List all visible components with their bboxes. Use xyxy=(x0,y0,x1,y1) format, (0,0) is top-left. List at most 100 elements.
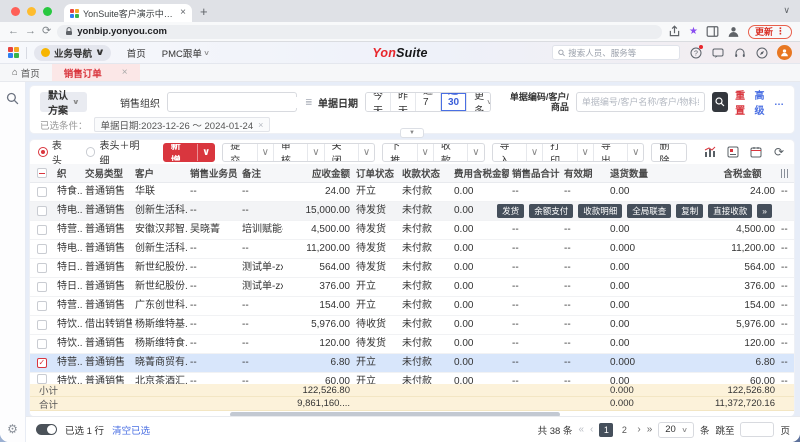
message-icon[interactable] xyxy=(711,46,724,59)
rail-search-icon[interactable] xyxy=(6,92,19,105)
date-option-1[interactable]: 今天 xyxy=(366,93,390,111)
date-option-2[interactable]: 昨天 xyxy=(390,93,415,111)
关闭-dropdown-icon[interactable]: ∨ xyxy=(358,144,374,161)
column-header-12[interactable]: 含税金额 xyxy=(657,166,765,180)
column-header-11[interactable]: 退货数量 xyxy=(607,166,657,180)
view-mode-header-detail[interactable]: 表头＋明细 xyxy=(86,140,149,167)
next-page-icon[interactable]: › xyxy=(637,424,640,435)
reset-button[interactable]: 重置 xyxy=(735,87,747,117)
column-header-5[interactable]: 应收金额 xyxy=(283,166,353,180)
filter-more-button[interactable]: … xyxy=(774,97,784,108)
收款-button[interactable]: 收款 xyxy=(433,144,467,161)
close-icon[interactable]: × xyxy=(122,67,128,78)
filter-scheme-select[interactable]: 默认方案∨ xyxy=(40,92,87,112)
tab-search-chevron-icon[interactable]: ∨ xyxy=(783,5,790,16)
row-checkbox[interactable] xyxy=(37,187,47,197)
table-row[interactable]: 特电...普通销售（...创新生活科...----11,200.00待发货未付款… xyxy=(30,240,794,259)
sales-org-field[interactable] xyxy=(173,97,305,108)
row-checkbox[interactable] xyxy=(37,339,47,349)
审核-dropdown-icon[interactable]: ∨ xyxy=(307,144,323,161)
column-settings-icon[interactable] xyxy=(781,169,795,178)
view-mode-header[interactable]: 表头 xyxy=(38,140,72,167)
chrome-update-button[interactable]: 更新 ⋮ xyxy=(748,25,792,39)
scrollbar-thumb[interactable] xyxy=(230,412,560,416)
minimize-window-button[interactable] xyxy=(27,7,36,16)
list-picker-icon[interactable]: ≣ xyxy=(305,97,312,108)
browser-tab[interactable]: YonSuite客户演示中心（新架构 × xyxy=(64,4,192,22)
提交-button[interactable]: 提交 xyxy=(223,144,256,161)
page-number-2[interactable]: 2 xyxy=(617,423,631,437)
新增-button[interactable]: 新增 xyxy=(164,144,197,161)
row-checkbox[interactable] xyxy=(37,206,47,216)
back-icon[interactable]: ← xyxy=(8,26,19,37)
提交-dropdown-icon[interactable]: ∨ xyxy=(257,144,273,161)
发货-chip[interactable]: 发货 xyxy=(497,204,524,218)
删除-button[interactable]: 删除 xyxy=(652,144,686,161)
applied-filter-tag[interactable]: 单据日期:2023-12-26 ～ 2024-01-24 × xyxy=(94,117,271,132)
address-bar[interactable]: yonbip.yonyou.com xyxy=(57,25,662,39)
first-page-icon[interactable]: « xyxy=(578,424,584,435)
date-more-button[interactable]: 更多∨ xyxy=(466,93,491,111)
radio-selected-icon[interactable] xyxy=(38,147,48,157)
global-search[interactable] xyxy=(552,45,680,60)
关闭-button[interactable]: 关闭 xyxy=(324,144,358,161)
row-checkbox[interactable] xyxy=(37,358,47,368)
close-window-button[interactable] xyxy=(11,7,20,16)
jump-page-input[interactable] xyxy=(740,422,774,437)
date-option-3[interactable]: 近7天 xyxy=(415,93,440,111)
table-row[interactable]: 特营...普通销售（...安徽汉邦智...吴晓菁培训赋能-...4,500.00… xyxy=(30,221,794,240)
table-row[interactable]: 特饮...普通销售（...北京茶酒汇...----60.00开立未付款0.00-… xyxy=(30,373,794,384)
more-actions-chip[interactable]: » xyxy=(757,204,772,218)
bookmark-star-icon[interactable]: ★ xyxy=(689,26,698,37)
导出-dropdown-icon[interactable]: ∨ xyxy=(627,144,643,161)
row-checkbox[interactable] xyxy=(37,320,47,330)
browser-profile-icon[interactable] xyxy=(727,25,740,38)
column-header-9[interactable]: 销售品合计 xyxy=(509,166,561,180)
table-row[interactable]: 特日...普通销售（...新世纪股份...--测试单-zxt...564.00待… xyxy=(30,259,794,278)
selection-toggle[interactable] xyxy=(36,424,57,435)
user-avatar[interactable] xyxy=(777,45,792,60)
row-checkbox[interactable] xyxy=(37,282,47,292)
prev-page-icon[interactable]: ‹ xyxy=(590,424,593,435)
column-header-8[interactable]: 费用含税金额 xyxy=(451,166,509,180)
导出-button[interactable]: 导出 xyxy=(593,144,627,161)
余额支付-chip[interactable]: 余额支付 xyxy=(529,204,573,218)
导入-button[interactable]: 导入 xyxy=(493,144,526,161)
reload-icon[interactable]: ⟳ xyxy=(42,26,51,37)
全局联查-chip[interactable]: 全局联查 xyxy=(627,204,671,218)
app-center-icon[interactable] xyxy=(755,46,768,59)
side-panel-icon[interactable] xyxy=(706,25,719,38)
row-checkbox[interactable] xyxy=(37,225,47,235)
menu-home[interactable]: 首页 xyxy=(127,46,146,60)
打印-button[interactable]: 打印 xyxy=(542,144,576,161)
calendar-icon[interactable] xyxy=(749,145,763,159)
row-checkbox[interactable] xyxy=(37,301,47,311)
remove-filter-icon[interactable]: × xyxy=(258,120,263,130)
page-number-1[interactable]: 1 xyxy=(599,423,613,437)
select-all-checkbox[interactable] xyxy=(37,168,47,178)
row-checkbox[interactable] xyxy=(37,374,47,384)
下推-button[interactable]: 下推 xyxy=(383,144,416,161)
browser-menu-icon[interactable]: ⋮ xyxy=(776,26,785,37)
column-header-4[interactable]: 备注 xyxy=(239,166,283,180)
last-page-icon[interactable]: » xyxy=(647,424,653,435)
column-header-1[interactable]: 交易类型 xyxy=(82,166,132,180)
sales-org-input[interactable]: ≣ xyxy=(167,92,297,112)
table-row[interactable]: 特营...普通销售（...晓菁商贸有...----6.80开立未付款0.00--… xyxy=(30,354,794,373)
table-row[interactable]: 特营...普通销售（...广东创世科...----154.00开立未付款0.00… xyxy=(30,297,794,316)
forward-icon[interactable]: → xyxy=(25,26,36,37)
search-button[interactable] xyxy=(712,92,728,112)
table-row[interactable]: 特食...普通销售（...华联----24.00开立未付款0.00----0.0… xyxy=(30,183,794,202)
tab-close-icon[interactable]: × xyxy=(180,8,186,18)
column-header-6[interactable]: 订单状态 xyxy=(353,166,399,180)
help-icon[interactable]: ? xyxy=(689,46,702,59)
row-checkbox[interactable] xyxy=(37,263,47,273)
收款-dropdown-icon[interactable]: ∨ xyxy=(467,144,483,161)
row-checkbox[interactable] xyxy=(37,244,47,254)
打印-dropdown-icon[interactable]: ∨ xyxy=(577,144,593,161)
collapse-filter-button[interactable]: ▼ xyxy=(400,128,424,138)
business-nav-button[interactable]: 业务导航 ∨ xyxy=(34,45,111,61)
收款明细-chip[interactable]: 收款明细 xyxy=(578,204,622,218)
breadcrumb-home[interactable]: ⌂ 首页 xyxy=(0,64,52,81)
导入-dropdown-icon[interactable]: ∨ xyxy=(526,144,542,161)
